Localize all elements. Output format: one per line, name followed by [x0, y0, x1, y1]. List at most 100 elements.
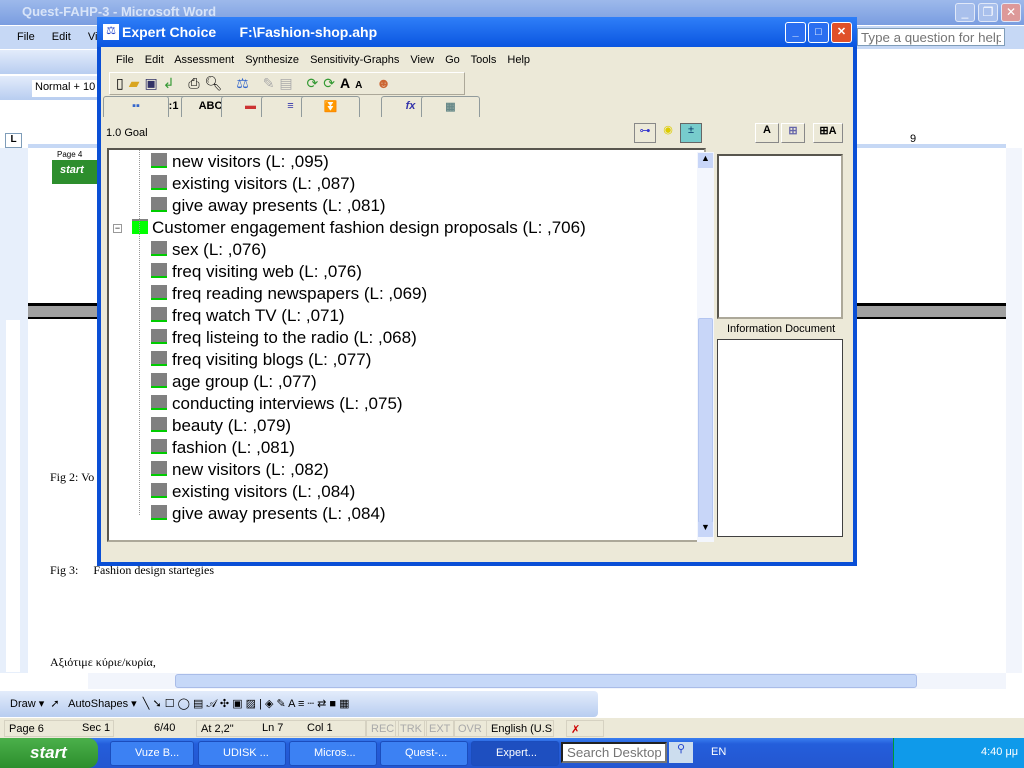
- tree-node[interactable]: new visitors (L: ,082): [151, 460, 329, 482]
- font-larger-icon[interactable]: A: [340, 75, 355, 91]
- expand-collapse-icon[interactable]: ⊞: [781, 123, 805, 143]
- tree-node[interactable]: fashion (L: ,081): [151, 438, 295, 460]
- tree-node[interactable]: freq listeing to the radio (L: ,068): [151, 328, 417, 350]
- ec-client-area: File Edit Assessment Synthesize Sensitiv…: [101, 47, 853, 562]
- information-document-pane[interactable]: [717, 339, 843, 537]
- scale-icon[interactable]: ⚖: [236, 75, 254, 91]
- print-icon[interactable]: ⎙: [188, 75, 204, 91]
- model-tree: new visitors (L: ,095) existing visitors …: [107, 148, 714, 542]
- ec-menu-edit[interactable]: Edit: [145, 54, 164, 66]
- page-thumbnail: start: [52, 160, 98, 184]
- save-icon[interactable]: ▣: [145, 75, 163, 91]
- tree-node[interactable]: freq visiting web (L: ,076): [151, 262, 362, 284]
- node-square-icon: [151, 351, 167, 366]
- edit-disabled-icon[interactable]: ✎▤: [263, 75, 298, 91]
- tab-tree-view[interactable]: ▪▪: [103, 96, 169, 117]
- search-icon[interactable]: ⚲: [669, 742, 693, 763]
- collapse-icon[interactable]: −: [113, 224, 122, 233]
- autoshapes-button[interactable]: AutoShapes: [68, 698, 128, 710]
- word-minimize-button[interactable]: _: [955, 3, 975, 22]
- font-smaller-icon[interactable]: A: [355, 80, 367, 91]
- task-udisk[interactable]: UDISK ...: [198, 741, 286, 766]
- tree-node[interactable]: new visitors (L: ,095): [151, 152, 329, 174]
- ec-menu-tools[interactable]: Tools: [471, 54, 497, 66]
- word-close-button[interactable]: ✕: [1001, 3, 1021, 22]
- task-word[interactable]: Quest-...: [380, 741, 468, 766]
- expert-choice-window: Expert Choice F:\Fashion-shop.ahp ⚖ _ □ …: [97, 17, 857, 566]
- ec-menu-go[interactable]: Go: [445, 54, 460, 66]
- task-vuze[interactable]: Vuze B...: [110, 741, 194, 766]
- node-square-icon: [151, 153, 167, 168]
- tree-node[interactable]: existing visitors (L: ,087): [151, 174, 355, 196]
- style-select[interactable]: Normal + 10: [32, 80, 100, 97]
- node-square-icon: [151, 175, 167, 190]
- status-ext[interactable]: EXT: [424, 720, 456, 737]
- ec-menu-view[interactable]: View: [410, 54, 434, 66]
- status-ovr[interactable]: OVR: [453, 720, 487, 737]
- word-menu-file[interactable]: File: [17, 31, 35, 43]
- status-language: English (U.S: [486, 720, 554, 737]
- tree-node[interactable]: conducting interviews (L: ,075): [151, 394, 403, 416]
- new-icon[interactable]: ▯: [116, 75, 129, 91]
- open-icon[interactable]: ▰: [129, 75, 145, 91]
- ec-menu-file[interactable]: File: [116, 54, 134, 66]
- tree-view-icon[interactable]: ⊶: [634, 123, 656, 143]
- information-document-label: Information Document: [727, 323, 836, 335]
- word-restore-button[interactable]: ❐: [978, 3, 998, 22]
- ec-toolbar: ▯▰▣↲ ⎙🔍︎ ⚖ ✎▤ ⟳⟳AA ☻: [109, 72, 465, 95]
- node-square-icon: [151, 241, 167, 256]
- node-square-icon: [151, 329, 167, 344]
- ec-menu-assessment[interactable]: Assessment: [174, 54, 234, 66]
- ec-maximize-button[interactable]: □: [808, 22, 829, 43]
- desktop-search-input[interactable]: [561, 742, 667, 763]
- tree-node[interactable]: beauty (L: ,079): [151, 416, 291, 438]
- scroll-down-icon[interactable]: ▼: [698, 522, 713, 537]
- status-col: Col 1: [307, 722, 333, 734]
- tree-node[interactable]: existing visitors (L: ,084): [151, 482, 355, 504]
- ec-menu-synthesize[interactable]: Synthesize: [245, 54, 299, 66]
- users-icon[interactable]: ☻: [376, 75, 396, 91]
- start-button[interactable]: start: [0, 738, 98, 768]
- tab-selector[interactable]: L: [5, 133, 22, 148]
- task-expert-choice[interactable]: Expert...: [471, 741, 559, 766]
- help-search-input[interactable]: [857, 28, 1005, 46]
- node-square-icon: [151, 373, 167, 388]
- tree-node[interactable]: freq reading newspapers (L: ,069): [151, 284, 427, 306]
- status-trk[interactable]: TRK: [395, 720, 427, 737]
- tab-funnel[interactable]: ⏬: [301, 96, 360, 117]
- add-text-icon[interactable]: ⊞A: [813, 123, 843, 143]
- node-square-icon: [151, 483, 167, 498]
- notes-pane[interactable]: [717, 154, 843, 319]
- node-view-icon[interactable]: ◉: [657, 123, 679, 143]
- ec-close-button[interactable]: ✕: [831, 22, 852, 43]
- preview-icon[interactable]: 🔍︎: [205, 75, 228, 91]
- ruler-number: 9: [910, 133, 917, 145]
- tab-grid[interactable]: ▦: [421, 96, 480, 117]
- task-excel[interactable]: Micros...: [289, 741, 377, 766]
- system-tray: 4:40 μμ: [893, 738, 1024, 768]
- node-square-icon: [151, 439, 167, 454]
- horizontal-scroll-thumb[interactable]: [175, 674, 917, 688]
- ec-menu-sensitivity[interactable]: Sensitivity-Graphs: [310, 54, 399, 66]
- language-indicator[interactable]: EN: [711, 746, 726, 758]
- undo-icon[interactable]: ↲: [163, 75, 180, 91]
- ec-minimize-button[interactable]: _: [785, 22, 806, 43]
- edit-note-icon[interactable]: A: [755, 123, 779, 143]
- ec-menu-help[interactable]: Help: [507, 54, 530, 66]
- word-menu-edit[interactable]: Edit: [52, 31, 71, 43]
- spelling-status-icon[interactable]: ✗: [566, 720, 604, 737]
- plus-minus-icon[interactable]: ±: [680, 123, 702, 143]
- recalc-icon[interactable]: ⟳⟳: [307, 75, 340, 91]
- tree-node[interactable]: freq watch TV (L: ,071): [151, 306, 345, 328]
- tree-scroll-thumb[interactable]: [698, 318, 713, 523]
- tree-node[interactable]: give away presents (L: ,081): [151, 196, 386, 218]
- tree-node[interactable]: freq visiting blogs (L: ,077): [151, 350, 371, 372]
- word-vertical-scrollbar[interactable]: [1006, 148, 1022, 673]
- draw-menu-button[interactable]: Draw: [10, 698, 36, 710]
- tree-node[interactable]: age group (L: ,077): [151, 372, 317, 394]
- tree-node[interactable]: give away presents (L: ,084): [151, 504, 386, 526]
- status-sec: Sec 1: [82, 722, 111, 734]
- scroll-up-icon[interactable]: ▲: [698, 153, 713, 168]
- tree-parent-node[interactable]: − Customer engagement fashion design prop…: [113, 218, 586, 240]
- tree-node[interactable]: sex (L: ,076): [151, 240, 267, 262]
